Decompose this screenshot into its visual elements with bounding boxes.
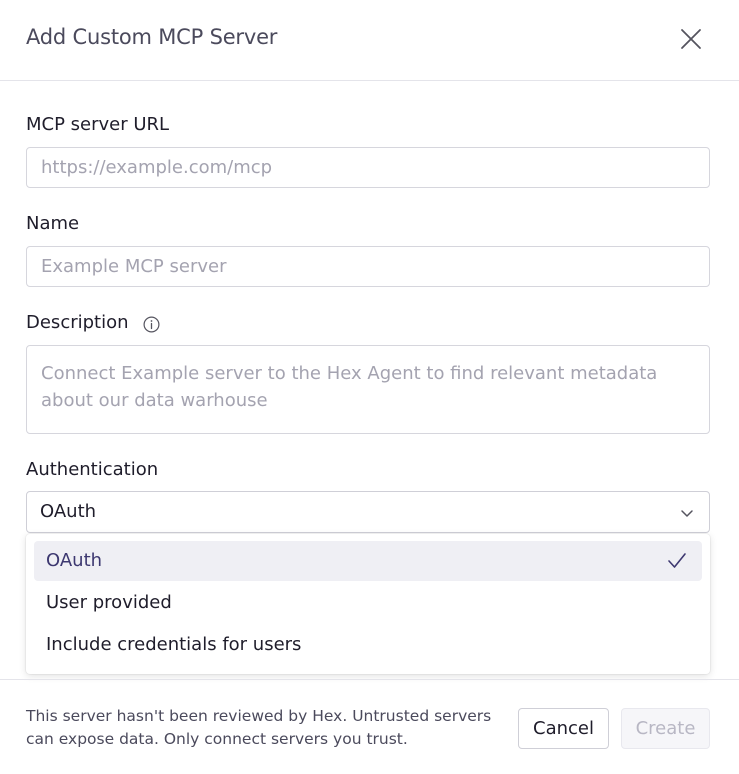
- chevron-down-icon: [681, 510, 693, 517]
- check-icon: [668, 553, 686, 568]
- dropdown-option-user-provided[interactable]: User provided: [34, 583, 702, 623]
- name-label: Name: [26, 213, 80, 234]
- url-input[interactable]: [26, 147, 710, 188]
- option-label: User provided: [46, 592, 172, 613]
- footer-divider: [0, 679, 739, 680]
- authentication-label: Authentication: [26, 459, 159, 480]
- dialog-title: Add Custom MCP Server: [26, 25, 278, 49]
- untrusted-server-warning: This server hasn't been reviewed by Hex.…: [26, 707, 492, 748]
- url-label: MCP server URL: [26, 114, 170, 135]
- option-label: Include credentials for users: [46, 634, 302, 655]
- dialog-header: Add Custom MCP Server: [0, 0, 739, 81]
- cancel-button[interactable]: Cancel: [518, 708, 609, 749]
- name-input[interactable]: [26, 246, 710, 287]
- authentication-selected-value: OAuth: [40, 501, 97, 522]
- description-input[interactable]: [26, 345, 710, 434]
- create-button[interactable]: Create: [621, 708, 710, 749]
- authentication-dropdown-menu: OAuth User provided Include credentials …: [26, 534, 710, 674]
- description-label: Description: [26, 312, 129, 333]
- info-icon[interactable]: [143, 316, 160, 333]
- dropdown-option-oauth[interactable]: OAuth: [34, 541, 702, 581]
- authentication-select[interactable]: OAuth: [26, 491, 710, 533]
- option-label: OAuth: [46, 550, 103, 571]
- close-icon[interactable]: [678, 26, 704, 52]
- dropdown-option-include-credentials[interactable]: Include credentials for users: [34, 625, 702, 665]
